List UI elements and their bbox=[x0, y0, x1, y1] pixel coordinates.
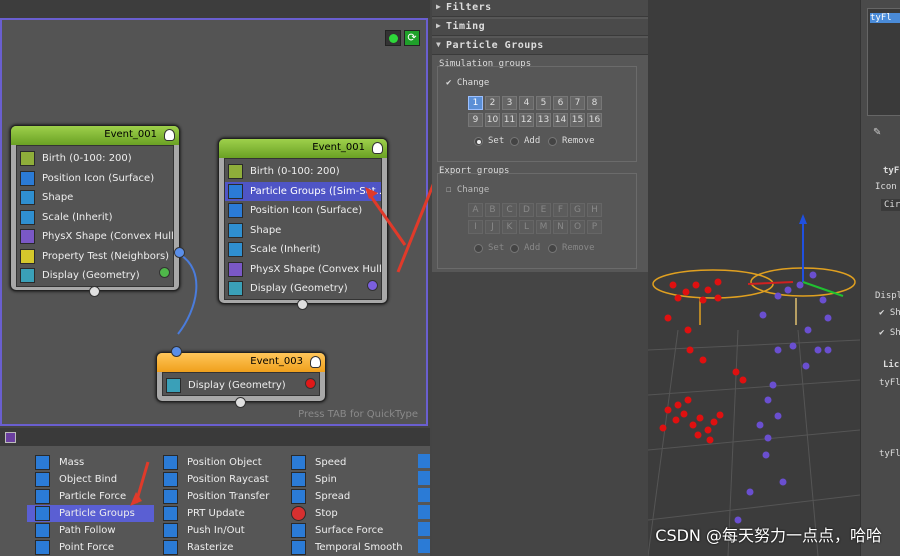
sim-group-5[interactable]: 5 bbox=[536, 96, 551, 110]
export-group-l[interactable]: L bbox=[519, 220, 534, 234]
sim-group-4[interactable]: 4 bbox=[519, 96, 534, 110]
collapsed-arrow-icon: ▶ bbox=[436, 21, 442, 30]
scene-list[interactable]: tyFl bbox=[867, 8, 900, 116]
sim-add-radio[interactable] bbox=[510, 137, 519, 146]
export-change-checkbox[interactable]: ☐ Change bbox=[446, 185, 489, 195]
property-panel: ▶ Filters ▶ Timing ▼ Particle Groups Simula… bbox=[432, 0, 648, 272]
export-group-o[interactable]: O bbox=[570, 220, 585, 234]
sim-group-2[interactable]: 2 bbox=[485, 96, 500, 110]
export-group-h[interactable]: H bbox=[587, 203, 602, 217]
export-group-i[interactable]: I bbox=[468, 220, 483, 234]
expanded-arrow-icon: ▼ bbox=[436, 40, 442, 49]
sim-set-radio[interactable] bbox=[474, 137, 483, 146]
watermark: CSDN @每天努力一点点，哈哈 bbox=[655, 526, 882, 545]
sim-group-15[interactable]: 15 bbox=[570, 113, 585, 127]
display-label: Displ bbox=[875, 291, 900, 301]
export-group-m[interactable]: M bbox=[536, 220, 551, 234]
export-group-n[interactable]: N bbox=[553, 220, 568, 234]
show-checkbox-1[interactable]: ✔ Sh bbox=[879, 308, 900, 318]
sim-group-6[interactable]: 6 bbox=[553, 96, 568, 110]
export-group-k[interactable]: K bbox=[502, 220, 517, 234]
sim-set-label: Set bbox=[488, 136, 505, 146]
circle-field[interactable]: Cir bbox=[881, 199, 900, 211]
sim-group-12[interactable]: 12 bbox=[519, 113, 534, 127]
sim-group-11[interactable]: 11 bbox=[502, 113, 517, 127]
sim-group-7[interactable]: 7 bbox=[570, 96, 585, 110]
rollout-license[interactable]: Lic bbox=[883, 360, 899, 370]
tyflow-label-3: tyFl bbox=[879, 449, 900, 459]
export-group-a[interactable]: A bbox=[468, 203, 483, 217]
export-set-label: Set bbox=[488, 243, 505, 253]
command-panel-sidebar: tyFl ✎ tyF Icon Cir Displ ✔ Sh ✔ Sh Lic … bbox=[860, 0, 900, 556]
rollout-timing[interactable]: ▶ Timing bbox=[432, 19, 648, 36]
export-group-g[interactable]: G bbox=[570, 203, 585, 217]
export-group-e[interactable]: E bbox=[536, 203, 551, 217]
sim-group-8[interactable]: 8 bbox=[587, 96, 602, 110]
export-remove-label: Remove bbox=[562, 243, 595, 253]
export-group-c[interactable]: C bbox=[502, 203, 517, 217]
export-group-d[interactable]: D bbox=[519, 203, 534, 217]
sim-group-3[interactable]: 3 bbox=[502, 96, 517, 110]
rollout-particle-groups[interactable]: ▼ Particle Groups bbox=[432, 38, 648, 55]
export-group-f[interactable]: F bbox=[553, 203, 568, 217]
rollout-typflow[interactable]: tyF bbox=[883, 166, 899, 176]
sim-change-checkbox[interactable]: ✔ Change bbox=[446, 78, 489, 88]
tyflow-label-2: tyFl bbox=[879, 378, 900, 388]
sim-group-9[interactable]: 9 bbox=[468, 113, 483, 127]
panel-lower-area bbox=[432, 272, 648, 556]
export-remove-radio[interactable] bbox=[548, 244, 557, 253]
simulation-groups-box: ✔ Change 1 2 3 4 5 6 7 8 9 10 11 12 13 1… bbox=[437, 66, 637, 162]
export-groups-box: ☐ Change A B C D E F G H I J K L M N O P… bbox=[437, 173, 637, 269]
collapsed-arrow-icon: ▶ bbox=[436, 2, 442, 11]
export-group-b[interactable]: B bbox=[485, 203, 500, 217]
export-add-label: Add bbox=[524, 243, 541, 253]
export-group-j[interactable]: J bbox=[485, 220, 500, 234]
pin-icon[interactable]: ✎ bbox=[873, 127, 881, 138]
sim-group-16[interactable]: 16 bbox=[587, 113, 602, 127]
export-group-p[interactable]: P bbox=[587, 220, 602, 234]
scene-list-item[interactable]: tyFl bbox=[870, 13, 900, 23]
icon-label: Icon bbox=[875, 182, 897, 192]
sim-group-13[interactable]: 13 bbox=[536, 113, 551, 127]
viewport-scene bbox=[648, 214, 860, 556]
export-add-radio[interactable] bbox=[510, 244, 519, 253]
sim-add-label: Add bbox=[524, 136, 541, 146]
viewport-3d[interactable] bbox=[648, 0, 860, 556]
sim-group-10[interactable]: 10 bbox=[485, 113, 500, 127]
export-set-radio[interactable] bbox=[474, 244, 483, 253]
sim-remove-radio[interactable] bbox=[548, 137, 557, 146]
show-checkbox-2[interactable]: ✔ Sh bbox=[879, 328, 900, 338]
sim-group-14[interactable]: 14 bbox=[553, 113, 568, 127]
rollout-filters[interactable]: ▶ Filters bbox=[432, 0, 648, 17]
sim-group-1[interactable]: 1 bbox=[468, 96, 483, 110]
sim-remove-label: Remove bbox=[562, 136, 595, 146]
